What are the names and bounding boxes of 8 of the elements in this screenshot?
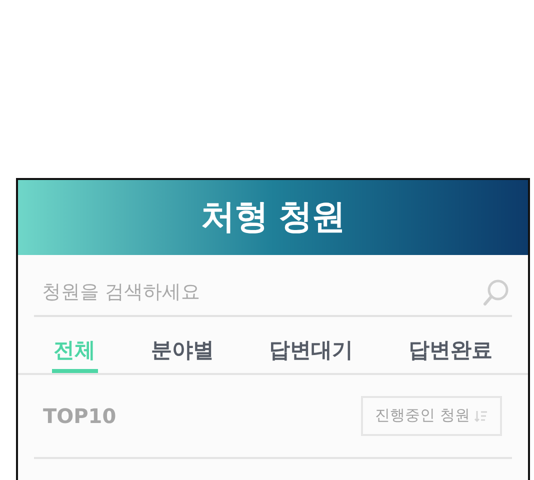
tab[interactable]: 분야별 (148, 335, 216, 372)
list-title: TOP10 (43, 402, 116, 430)
header-title: 처형 청원 (201, 196, 345, 239)
sort-icon (474, 408, 488, 422)
tab[interactable]: 답변완료 (406, 335, 494, 372)
search-field[interactable]: 청원을 검색하세요 (34, 269, 512, 317)
tab[interactable]: 답변대기 (267, 335, 356, 372)
search-icon[interactable] (482, 278, 510, 308)
